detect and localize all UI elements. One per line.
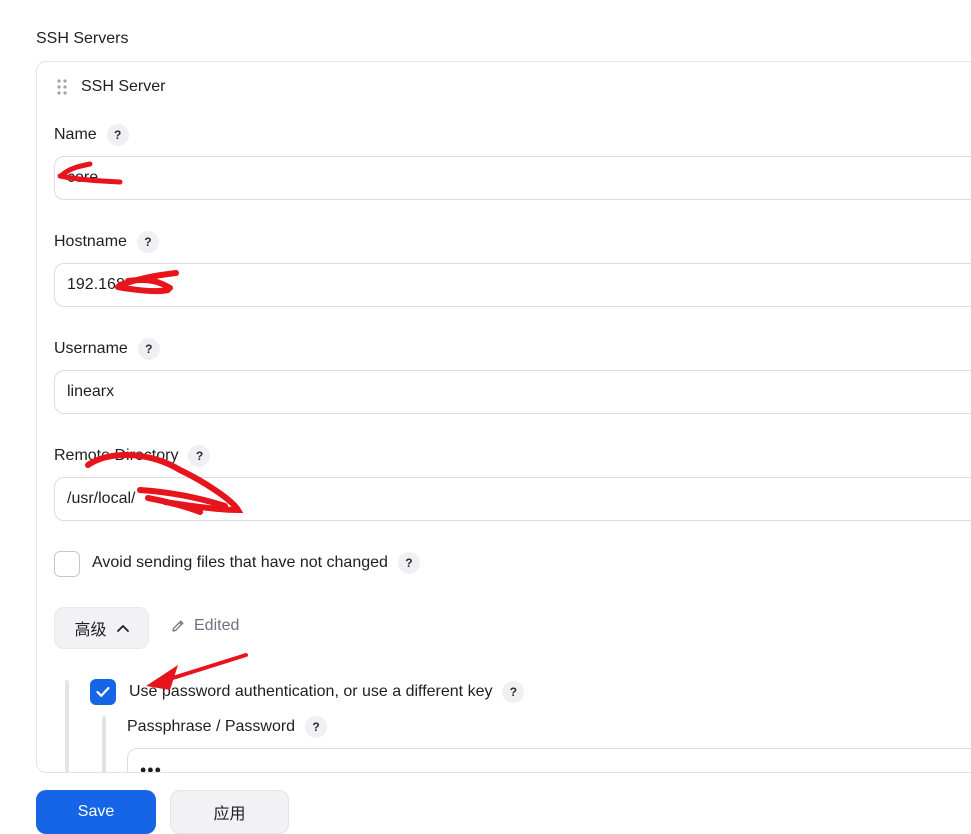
save-button[interactable]: Save [36,790,156,834]
name-label: Name ? [54,124,129,146]
passphrase-input[interactable] [127,748,971,772]
passphrase-help-icon[interactable]: ? [305,716,328,738]
name-input[interactable] [54,156,971,200]
avoid-sending-help-icon[interactable]: ? [397,552,420,574]
hostname-input[interactable] [54,263,971,307]
advanced-panel-rail [65,680,69,772]
hostname-help-icon[interactable]: ? [136,231,159,253]
username-input[interactable] [54,370,971,414]
username-help-icon[interactable]: ? [137,338,160,360]
section-title: SSH Servers [36,30,129,47]
edited-indicator: Edited [170,617,239,635]
avoid-sending-checkbox[interactable] [54,551,80,577]
avoid-sending-label: Avoid sending files that have not change… [92,552,420,574]
card-header: SSH Server [55,78,165,96]
name-help-icon[interactable]: ? [106,124,129,146]
checkmark-icon [96,686,110,697]
password-panel-rail [102,716,106,772]
card-title: SSH Server [81,78,166,95]
use-password-help-icon[interactable]: ? [502,681,525,703]
use-password-label: Use password authentication, or use a di… [129,681,525,703]
remote-directory-label: Remote Directory ? [54,445,211,467]
username-label: Username ? [54,338,160,360]
apply-button[interactable]: 应用 [170,790,289,834]
remote-directory-help-icon[interactable]: ? [188,445,211,467]
pencil-icon [172,620,184,632]
advanced-toggle-button[interactable]: 高级 [54,607,149,649]
passphrase-label: Passphrase / Password ? [127,716,328,738]
hostname-label: Hostname ? [54,231,159,253]
remote-directory-input[interactable] [54,477,971,521]
ssh-server-card: SSH Server Name ? Hostname ? Username ? … [36,61,971,773]
drag-handle-icon[interactable] [55,78,69,96]
use-password-checkbox[interactable] [90,679,116,705]
chevron-up-icon [116,625,129,632]
